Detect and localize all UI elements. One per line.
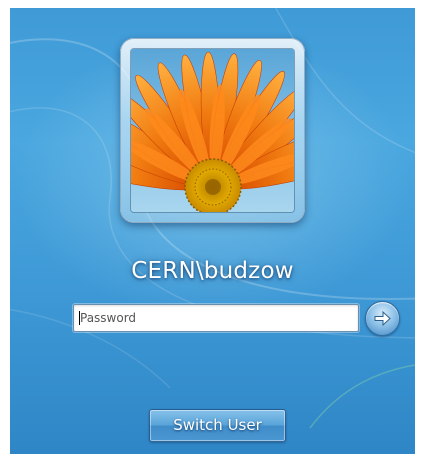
- arrow-right-icon: [374, 310, 391, 327]
- username-label: CERN\budzow: [131, 258, 294, 284]
- switch-user-button[interactable]: Switch User: [149, 409, 286, 442]
- logon-screen: CERN\budzow Switch User: [10, 8, 415, 454]
- text-caret: [79, 311, 80, 325]
- flower-image: [131, 49, 294, 212]
- user-picture: [131, 49, 294, 212]
- submit-button[interactable]: [365, 301, 400, 336]
- user-tile: [120, 38, 305, 223]
- password-input[interactable]: [74, 305, 358, 331]
- password-field[interactable]: [73, 304, 359, 332]
